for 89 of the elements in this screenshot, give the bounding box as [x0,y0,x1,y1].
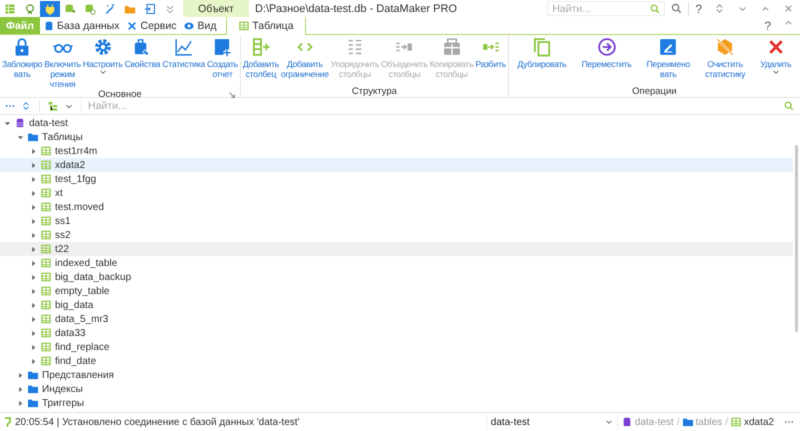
arrow-circle-icon [596,37,617,57]
breadcrumb-separator: / [676,416,680,428]
table-icon [41,356,51,366]
table-icon [239,21,250,31]
tree-item[interactable]: data33 [0,326,793,340]
add-document-icon [212,37,232,57]
tree-item[interactable]: Триггеры [0,396,793,410]
table-icon [41,230,51,240]
add-column-icon [250,37,271,57]
eye-icon [184,20,194,30]
folder-icon [28,132,38,142]
context-tab-group: Объект [183,0,249,17]
clear-icon [715,37,736,57]
search-icon [784,101,794,111]
ribbon-button[interactable]: Создать отчет [206,35,239,89]
tree-item[interactable]: indexed_table [0,256,793,270]
tree-item[interactable]: test_1fgg [0,172,793,186]
tree-item[interactable]: find_replace [0,340,793,354]
table-icon [730,417,741,427]
tree-item[interactable]: xt [0,186,793,200]
ribbon-button[interactable]: Добавить столбец [242,35,280,85]
breadcrumb-separator: / [725,416,728,428]
tree-item[interactable]: data-test [0,116,793,130]
line-chart-icon [174,37,194,57]
ribbon-button[interactable]: Удалить [759,35,792,85]
tree-item[interactable]: ss2 [0,228,793,242]
tree-item[interactable]: ss1 [0,214,793,228]
tree-item[interactable]: test1rr4m [0,144,793,158]
table-icon [41,188,51,198]
breadcrumb-link[interactable]: xdata2 [744,416,774,428]
group-label: Операции [632,86,677,96]
tools-icon [127,20,138,30]
window-title: D:\Разное\data-test.db - DataMaker PRO [255,2,457,14]
ribbon-button[interactable]: Очистить статистику [704,35,746,85]
database-dropdown[interactable]: data-test [486,414,618,430]
group-label: Структура [352,86,397,96]
ribbon-button[interactable]: Переместить [580,35,632,85]
scrollbar[interactable] [795,145,798,332]
table-icon [41,272,51,282]
search-icon [650,4,660,14]
table-icon [41,216,51,226]
tree-item[interactable]: t22 [0,242,793,256]
table-icon [41,314,51,324]
database-icon [44,20,54,30]
caret-icon [98,70,107,75]
ribbon-button[interactable]: Статистика [161,35,206,89]
table-icon [41,258,51,268]
database-icon [15,118,25,128]
tree-item[interactable]: find_date [0,354,793,368]
tree-item[interactable]: test.moved [0,200,793,214]
ribbon-button[interactable]: Дублировать [516,35,568,85]
help-button[interactable]: ? [689,2,708,16]
tree-item[interactable]: xdata2 [0,158,793,172]
ribbon-button[interactable]: Заблокиро вать [1,35,44,89]
caret-icon [772,70,780,75]
table-icon [41,342,51,352]
ribbon-button[interactable]: Настроить [82,35,124,89]
ribbon-button[interactable]: Разбить [474,35,507,85]
table-icon [41,328,51,338]
table-icon [41,160,51,170]
tree-item[interactable]: big_data_backup [0,270,793,284]
tree-item[interactable]: big_data [0,298,793,312]
table-icon [41,300,51,310]
database-icon [622,417,632,427]
ribbon-tab[interactable]: Таблица [226,17,306,35]
group-label: Основное [98,89,142,100]
ribbon-button[interactable]: Добавить ограничение [280,35,330,85]
dialog-launcher-icon[interactable] [228,91,236,99]
gear-icon [92,37,113,57]
tree-item[interactable]: Таблицы [0,130,793,144]
tree-item[interactable]: Индексы [0,382,793,396]
tree-item[interactable]: empty_table [0,284,793,298]
copy-columns-icon [442,37,462,57]
table-icon [41,174,51,184]
help-button[interactable]: ? [758,17,777,34]
tree-item[interactable]: Представления [0,368,793,382]
rename-icon [658,37,678,57]
copy-icon [532,37,552,57]
ribbon-button[interactable]: Включить режим чтения [43,35,82,89]
table-icon [41,244,51,254]
table-icon [41,146,51,156]
table-icon [41,202,51,212]
folder-icon [682,417,692,427]
ribbon-button[interactable]: Переимено вать [646,35,691,85]
caret-icon [604,420,613,424]
tree-item[interactable]: data_5_mr3 [0,312,793,326]
status-message: 20:05:54 | Установлено соединение с базой данных 'data-test' [15,416,300,428]
table-icon [41,286,51,296]
ribbon-button[interactable]: Свойства [124,35,162,89]
